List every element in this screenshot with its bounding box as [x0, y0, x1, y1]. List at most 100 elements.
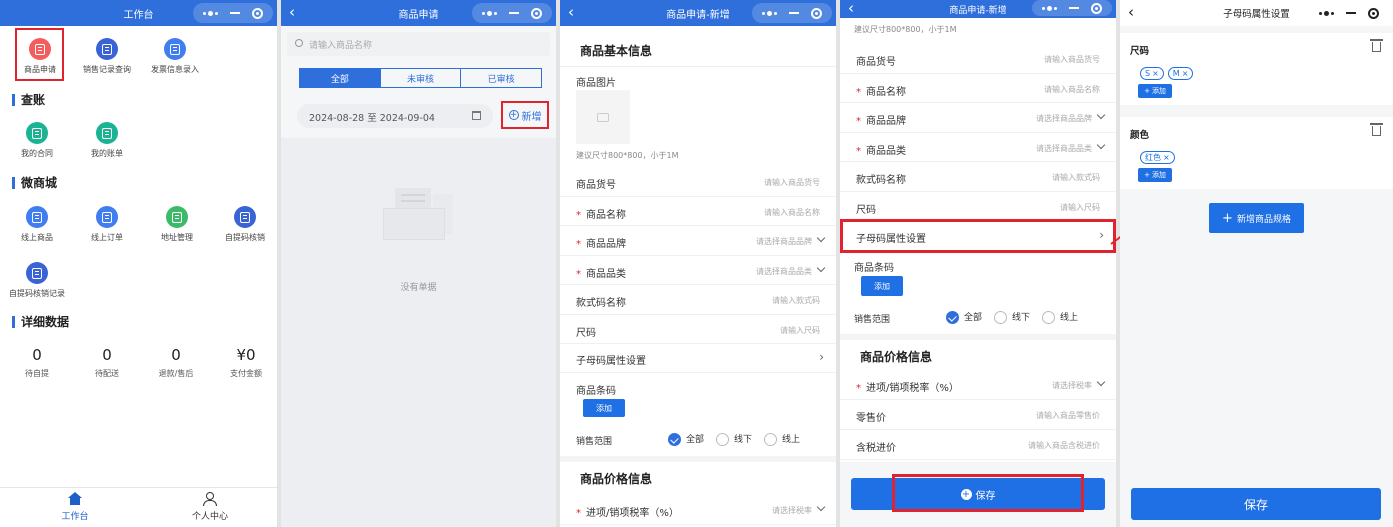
capsule-menu[interactable]	[193, 3, 273, 23]
back-icon[interactable]: ‹	[289, 2, 295, 22]
more-icon[interactable]	[203, 10, 218, 16]
close-icon[interactable]	[1091, 2, 1102, 14]
grid-item[interactable]: 我的合同	[7, 122, 67, 159]
add-button[interactable]: + 新增	[501, 101, 549, 129]
sale-option-online[interactable]: 线上	[764, 432, 800, 446]
date-range-picker[interactable]: 2024-08-28 至 2024-09-04	[297, 104, 493, 128]
form-row[interactable]: * 商品名称 请输入商品名称	[840, 74, 1116, 103]
row-label: * 进项/销项税率（%）	[856, 383, 959, 394]
attr-add-button[interactable]: + 添加	[1138, 168, 1172, 182]
grid-item[interactable]: 发票信息录入	[145, 38, 205, 75]
attr-tag[interactable]: S ×	[1140, 67, 1164, 80]
grid-item[interactable]: 自提码核销记录	[7, 262, 67, 299]
trash-icon[interactable]	[1370, 123, 1383, 136]
form-row[interactable]: * 商品品牌 请选择商品品牌	[840, 103, 1116, 133]
tab-profile[interactable]: 个人中心	[180, 492, 240, 522]
form-row[interactable]: * 进项/销项税率（%） 请选择税率	[840, 370, 1116, 400]
minimize-icon[interactable]	[789, 12, 799, 14]
capsule-menu[interactable]	[1309, 3, 1389, 23]
stat-item[interactable]: 0 退款/售后	[146, 346, 206, 379]
trash-icon[interactable]	[1370, 39, 1383, 52]
tab-reviewed[interactable]: 已审核	[460, 69, 541, 87]
product-apply-panel: ‹ 商品申请 请输入商品名称 全部 未审核 已审核 2024-08-28 至 2…	[281, 0, 556, 527]
close-icon[interactable]: ×	[1163, 153, 1170, 162]
save-button[interactable]: 保存	[1131, 488, 1381, 520]
form-row[interactable]: * 商品品牌 请选择商品品牌	[560, 226, 836, 256]
grid-item[interactable]: 销售记录查询	[77, 38, 137, 75]
form-row[interactable]: 含税进价 请输入商品含税进价	[840, 430, 1116, 460]
stat-item[interactable]: 0 待自提	[7, 346, 67, 379]
tab-label: 工作台	[61, 512, 89, 522]
barcode-label: 商品条码	[576, 386, 616, 397]
row-label: 尺码	[856, 204, 876, 216]
search-input[interactable]: 请输入商品名称	[309, 38, 372, 51]
grid-item[interactable]: 自提码核销	[215, 206, 275, 243]
back-icon[interactable]: ‹	[848, 0, 854, 18]
form-row[interactable]: 尺码 请输入尺码	[840, 192, 1116, 221]
more-icon[interactable]	[1319, 10, 1334, 16]
attr-tag[interactable]: 红色 ×	[1140, 151, 1175, 164]
grid-item-label: 销售记录查询	[83, 65, 131, 74]
grid-item[interactable]: 地址管理	[147, 206, 207, 243]
minimize-icon[interactable]	[1069, 7, 1079, 9]
image-hint: 建议尺寸800*800，小于1M	[854, 25, 957, 34]
sale-option-offline[interactable]: 线下	[716, 432, 752, 446]
close-icon[interactable]	[1368, 7, 1379, 19]
stat-item[interactable]: ¥0 支付金额	[216, 346, 276, 379]
stat-item[interactable]: 0 待配送	[77, 346, 137, 379]
page-title: 商品申请-新增	[949, 5, 1007, 16]
date-range-text: 2024-08-28 至 2024-09-04	[309, 113, 435, 124]
row-label: 款式码名称	[856, 175, 906, 186]
grid-item[interactable]: 商品申请	[10, 38, 70, 75]
more-icon[interactable]	[1042, 5, 1057, 11]
grid-item-label: 自提码核销	[225, 233, 265, 242]
form-row[interactable]: * 商品品类 请选择商品品类	[560, 256, 836, 285]
sale-option-offline[interactable]: 线下	[994, 310, 1030, 324]
minimize-icon[interactable]	[1346, 12, 1356, 14]
minimize-icon[interactable]	[230, 12, 240, 14]
more-icon[interactable]	[482, 10, 497, 16]
workbench-panel: 工作台 查账 微商城 详细数据 工作台 个人中心 商品申请销售记录查询发票信	[0, 0, 277, 527]
form-row[interactable]: * 商品名称 请输入商品名称	[560, 197, 836, 226]
grid-item[interactable]: 我的账单	[77, 122, 137, 159]
image-upload[interactable]	[576, 90, 630, 144]
capsule-menu[interactable]	[752, 3, 832, 23]
form-row[interactable]: 款式码名称 请输入款式码	[560, 285, 836, 315]
form-row[interactable]: 商品货号 请输入商品货号	[840, 44, 1116, 74]
search-bar[interactable]: 请输入商品名称	[287, 32, 550, 56]
attr-tag[interactable]: M ×	[1167, 67, 1194, 80]
close-icon[interactable]	[252, 7, 263, 19]
form-row[interactable]: * 商品品类 请选择商品品类	[840, 133, 1116, 162]
back-icon[interactable]: ‹	[568, 2, 574, 22]
tab-workbench[interactable]: 工作台	[45, 492, 105, 522]
capsule-menu[interactable]	[1032, 0, 1112, 16]
grid-item-label: 商品申请	[24, 65, 56, 74]
close-icon[interactable]	[811, 7, 822, 19]
minimize-icon[interactable]	[509, 12, 519, 14]
stat-value: ¥0	[236, 346, 256, 364]
tab-all[interactable]: 全部	[300, 69, 380, 87]
form-row[interactable]: 商品货号 请输入商品货号	[560, 167, 836, 197]
tax-row[interactable]: * 进项/销项税率（%） 请选择税率	[560, 495, 836, 525]
more-icon[interactable]	[762, 10, 777, 16]
chevron-down-icon	[816, 233, 826, 243]
close-icon[interactable]: ×	[1182, 69, 1189, 78]
form-row[interactable]: 零售价 请输入商品零售价	[840, 400, 1116, 430]
tab-pending[interactable]: 未审核	[379, 69, 461, 87]
sale-option-all[interactable]: 全部	[668, 432, 704, 446]
grid-item[interactable]: 线上商品	[7, 206, 67, 243]
barcode-add-button[interactable]: 添加	[583, 399, 625, 417]
sale-option-online[interactable]: 线上	[1042, 310, 1078, 324]
close-icon[interactable]	[531, 7, 542, 19]
sub-attr-row[interactable]: 子母码属性设置 ›	[560, 343, 836, 373]
grid-item[interactable]: 线上订单	[77, 206, 137, 243]
back-icon[interactable]: ‹	[1128, 2, 1134, 22]
attr-add-button[interactable]: + 添加	[1138, 84, 1172, 98]
form-row[interactable]: 尺码 请输入尺码	[560, 315, 836, 344]
form-row[interactable]: 款式码名称 请输入款式码	[840, 162, 1116, 192]
barcode-add-button[interactable]: 添加	[861, 276, 903, 296]
capsule-menu[interactable]	[472, 3, 552, 23]
close-icon[interactable]: ×	[1152, 69, 1159, 78]
sale-option-all[interactable]: 全部	[946, 310, 982, 324]
new-spec-button[interactable]: + 新增商品规格	[1209, 203, 1304, 233]
